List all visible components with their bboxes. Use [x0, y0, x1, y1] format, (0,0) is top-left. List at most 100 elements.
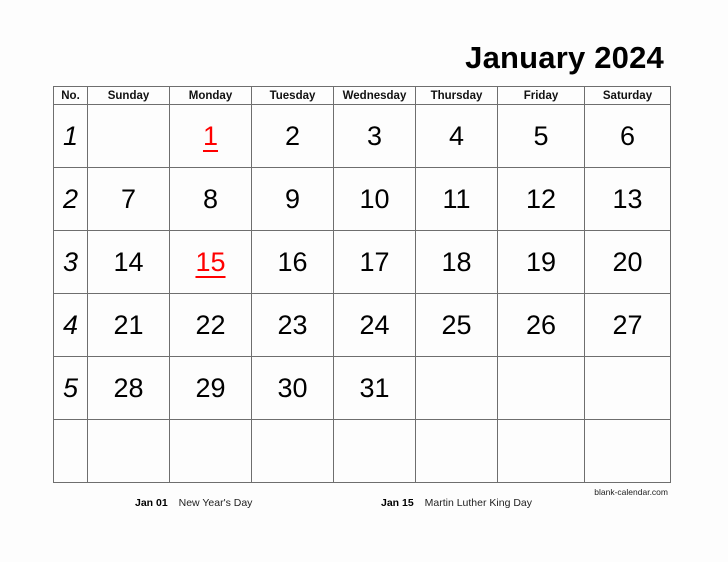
header-week-no: No. — [53, 86, 88, 105]
week-number — [53, 419, 88, 483]
day-cell[interactable]: 17 — [333, 230, 416, 294]
day-cell[interactable] — [497, 356, 585, 420]
day-cell[interactable]: 21 — [87, 293, 170, 357]
day-number: 18 — [441, 246, 472, 277]
day-cell[interactable]: 5 — [497, 104, 585, 168]
day-cell[interactable]: 20 — [584, 230, 671, 294]
day-cell[interactable]: 2 — [251, 104, 334, 168]
day-number: 19 — [525, 246, 557, 277]
day-number: 26 — [525, 309, 557, 340]
day-cell[interactable] — [584, 419, 671, 483]
header-wednesday: Wednesday — [333, 86, 416, 105]
day-number: 27 — [612, 309, 643, 340]
day-number: 23 — [277, 309, 308, 340]
header-saturday: Saturday — [584, 86, 671, 105]
holiday-date: Jan 01 — [135, 497, 168, 509]
week-row: 2 7 8 9 10 11 12 13 — [53, 167, 671, 231]
day-cell[interactable]: 14 — [87, 230, 170, 294]
day-number: 29 — [195, 372, 226, 403]
day-cell[interactable]: 4 — [415, 104, 498, 168]
day-number: 8 — [202, 183, 219, 214]
day-cell[interactable]: 31 — [333, 356, 416, 420]
day-cell[interactable]: 10 — [333, 167, 416, 231]
day-number: 13 — [612, 183, 643, 214]
header-tuesday: Tuesday — [251, 86, 334, 105]
header-friday: Friday — [497, 86, 585, 105]
holiday-name: Martin Luther King Day — [424, 497, 533, 509]
day-cell[interactable]: 22 — [169, 293, 252, 357]
day-cell[interactable] — [333, 419, 416, 483]
day-number: 7 — [120, 183, 137, 214]
calendar-grid: No. Sunday Monday Tuesday Wednesday Thur… — [53, 86, 671, 483]
day-cell[interactable] — [415, 419, 498, 483]
week-number: 1 — [53, 104, 88, 168]
week-row: 5 28 29 30 31 — [53, 356, 671, 420]
header-row: No. Sunday Monday Tuesday Wednesday Thur… — [53, 86, 671, 105]
day-number: 28 — [113, 372, 144, 403]
day-cell[interactable] — [415, 356, 498, 420]
day-cell[interactable]: 24 — [333, 293, 416, 357]
week-number: 4 — [53, 293, 88, 357]
week-row: 3 14 15 16 17 18 19 20 — [53, 230, 671, 294]
week-row — [53, 419, 671, 483]
header-sunday: Sunday — [87, 86, 170, 105]
day-cell[interactable]: 23 — [251, 293, 334, 357]
day-cell[interactable]: 3 — [333, 104, 416, 168]
day-cell[interactable]: 30 — [251, 356, 334, 420]
day-number: 21 — [113, 309, 144, 340]
week-row: 1 1 2 3 4 5 6 — [53, 104, 671, 168]
day-number: 3 — [366, 120, 383, 151]
day-cell[interactable]: 8 — [169, 167, 252, 231]
day-cell[interactable]: 27 — [584, 293, 671, 357]
week-number: 3 — [53, 230, 88, 294]
holiday-name: New Year's Day — [178, 497, 253, 509]
day-number: 1 — [202, 120, 219, 151]
holiday-item: Jan 01 New Year's Day — [135, 497, 252, 509]
day-cell[interactable]: 16 — [251, 230, 334, 294]
day-cell[interactable] — [87, 419, 170, 483]
day-cell[interactable]: 6 — [584, 104, 671, 168]
day-number: 4 — [448, 120, 465, 151]
site-credit: blank-calendar.com — [594, 487, 668, 497]
day-cell[interactable] — [584, 356, 671, 420]
day-number: 30 — [277, 372, 308, 403]
day-number: 22 — [195, 309, 226, 340]
day-number: 16 — [277, 246, 308, 277]
week-number: 2 — [53, 167, 88, 231]
day-cell[interactable]: 13 — [584, 167, 671, 231]
day-cell[interactable]: 29 — [169, 356, 252, 420]
calendar-title: January 2024 — [465, 40, 664, 75]
day-cell[interactable]: 12 — [497, 167, 585, 231]
day-number: 9 — [284, 183, 301, 214]
day-number: 6 — [619, 120, 636, 151]
day-number: 11 — [442, 183, 471, 214]
day-number: 12 — [525, 183, 557, 214]
day-number: 2 — [284, 120, 301, 151]
day-cell[interactable]: 11 — [415, 167, 498, 231]
header-monday: Monday — [169, 86, 252, 105]
holiday-item: Jan 15 Martin Luther King Day — [381, 497, 532, 509]
day-cell[interactable] — [169, 419, 252, 483]
day-number: 25 — [441, 309, 472, 340]
day-cell[interactable]: 25 — [415, 293, 498, 357]
day-cell[interactable] — [251, 419, 334, 483]
day-number: 5 — [533, 120, 549, 151]
day-number: 17 — [359, 246, 390, 277]
day-number: 20 — [612, 246, 643, 277]
day-number: 10 — [359, 183, 390, 214]
day-number: 15 — [195, 246, 226, 277]
day-cell[interactable] — [497, 419, 585, 483]
day-cell[interactable]: 9 — [251, 167, 334, 231]
day-cell[interactable] — [87, 104, 170, 168]
day-number: 31 — [359, 372, 390, 403]
day-cell[interactable]: 26 — [497, 293, 585, 357]
day-cell[interactable]: 28 — [87, 356, 170, 420]
day-cell[interactable]: 19 — [497, 230, 585, 294]
day-cell[interactable]: 15 — [169, 230, 252, 294]
day-cell[interactable]: 7 — [87, 167, 170, 231]
day-cell[interactable]: 18 — [415, 230, 498, 294]
day-number: 14 — [113, 246, 144, 277]
holiday-date: Jan 15 — [381, 497, 414, 509]
day-cell[interactable]: 1 — [169, 104, 252, 168]
week-row: 4 21 22 23 24 25 26 27 — [53, 293, 671, 357]
